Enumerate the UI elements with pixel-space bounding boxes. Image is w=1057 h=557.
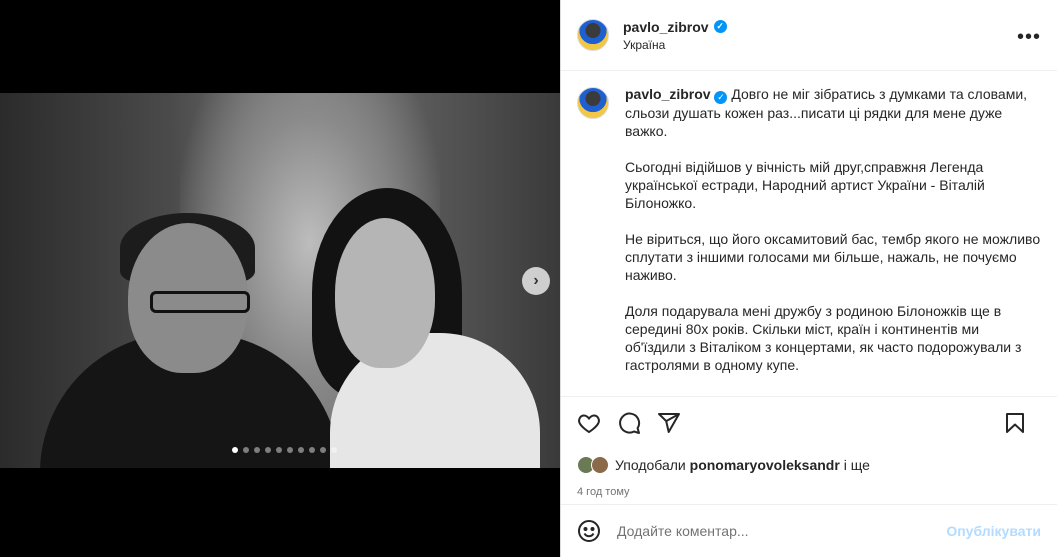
- likes-username[interactable]: ponomaryovoleksandr: [690, 457, 840, 473]
- verified-badge-icon: ✓: [714, 90, 728, 104]
- carousel-indicator: [232, 447, 337, 453]
- carousel-dot: [320, 447, 326, 453]
- carousel-dot: [243, 447, 249, 453]
- post-actions: [561, 397, 1057, 449]
- caption-paragraph: Не віриться, що його оксамитовий бас, те…: [625, 230, 1041, 283]
- likes-row: Уподобали ponomaryovoleksandr і ще: [561, 449, 1057, 481]
- bookmark-icon[interactable]: [1003, 411, 1027, 435]
- photo-glasses: [150, 291, 250, 313]
- more-options-icon[interactable]: •••: [1017, 26, 1041, 49]
- caption-paragraph: pavlo_zibrov ✓ Довго не міг зібратись з …: [625, 85, 1041, 140]
- carousel-dot: [298, 447, 304, 453]
- likes-suffix[interactable]: і ще: [840, 457, 870, 473]
- chevron-right-icon: ›: [533, 272, 539, 289]
- post-header: pavlo_zibrov ✓ Україна •••: [561, 0, 1057, 71]
- publish-button[interactable]: Опублікувати: [946, 523, 1041, 539]
- carousel-dot: [232, 447, 238, 453]
- caption-avatar[interactable]: [577, 87, 609, 119]
- likes-text: Уподобали ponomaryovoleksandr і ще: [615, 457, 870, 473]
- post-media: ›: [0, 0, 560, 557]
- carousel-dot: [254, 447, 260, 453]
- avatar[interactable]: [577, 19, 609, 51]
- emoji-icon[interactable]: [577, 519, 601, 543]
- carousel-dot: [287, 447, 293, 453]
- post-details-panel: pavlo_zibrov ✓ Україна ••• pavlo_zibrov …: [560, 0, 1057, 557]
- post-photo[interactable]: [0, 93, 560, 468]
- caption-area: pavlo_zibrov ✓ Довго не міг зібратись з …: [561, 71, 1057, 397]
- carousel-dot: [265, 447, 271, 453]
- post-header-text: pavlo_zibrov ✓ Україна: [623, 19, 727, 52]
- author-username[interactable]: pavlo_zibrov: [623, 19, 709, 35]
- photo-person-right-face: [335, 218, 435, 368]
- post-caption: pavlo_zibrov ✓ Довго не міг зібратись з …: [625, 85, 1041, 382]
- comment-input[interactable]: [617, 523, 947, 539]
- carousel-dot: [309, 447, 315, 453]
- post-location[interactable]: Україна: [623, 38, 727, 52]
- carousel-dot: [331, 447, 337, 453]
- carousel-next-button[interactable]: ›: [522, 267, 550, 295]
- caption-paragraph: Доля подарувала мені дружбу з родиною Бі…: [625, 302, 1022, 373]
- likes-prefix: Уподобали: [615, 457, 690, 473]
- caption-username[interactable]: pavlo_zibrov: [625, 86, 711, 102]
- post-timestamp[interactable]: 4 год тому: [561, 481, 1057, 503]
- carousel-dot: [276, 447, 282, 453]
- share-icon[interactable]: [657, 411, 681, 435]
- comment-box: Опублікувати: [561, 504, 1057, 557]
- verified-badge-icon: ✓: [713, 20, 727, 33]
- caption-paragraph: Сьогодні відійшов у вічність мій друг,сп…: [625, 158, 985, 211]
- heart-icon[interactable]: [577, 411, 601, 435]
- avatar[interactable]: [591, 456, 609, 474]
- comment-icon[interactable]: [617, 411, 641, 435]
- author-username-row: pavlo_zibrov ✓: [623, 19, 727, 35]
